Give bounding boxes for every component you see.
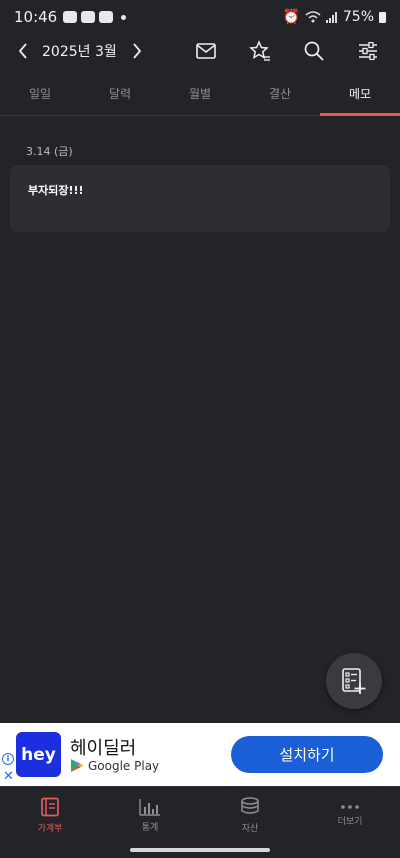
nav-more-label: 더보기 (337, 817, 363, 827)
talk-notification-icon (63, 11, 78, 23)
ad-info-icon[interactable]: i (2, 753, 14, 765)
nav-assets-label: 자산 (241, 824, 259, 834)
bookmark-button[interactable] (240, 34, 280, 68)
tab-monthly[interactable]: 월별 (160, 80, 240, 115)
filter-sliders-icon (359, 42, 377, 60)
nav-stats[interactable]: 통계 (100, 787, 200, 844)
notification-icons (63, 11, 127, 23)
signal-icon (325, 11, 337, 23)
memo-date: 3.14 (금) (26, 145, 73, 158)
ad-store: Google Play (70, 758, 159, 773)
tab-daily[interactable]: 일일 (0, 80, 80, 115)
memo-text: 부자되장!!! (28, 184, 84, 197)
alarm-icon: ⏰ (282, 9, 300, 25)
ad-app-logo: hey (16, 732, 61, 777)
header-bar: 2025년 3월 (0, 34, 400, 68)
ledger-book-icon (41, 797, 59, 817)
mail-button[interactable] (186, 34, 226, 68)
tab-calendar[interactable]: 달력 (80, 80, 160, 115)
bottom-nav: 가계부 통계 자산 더보기 (0, 786, 400, 844)
coins-icon (241, 797, 259, 814)
mail-icon (196, 43, 216, 59)
battery-icon (379, 11, 386, 23)
ad-title: 헤이딜러 (70, 738, 137, 759)
chat-notification-icon (99, 11, 114, 23)
view-tabs: 일일 달력 월별 결산 메모 (0, 80, 400, 116)
search-button[interactable] (294, 34, 334, 68)
status-time: 10:46 (14, 8, 58, 26)
memo-card[interactable]: 부자되장!!! (10, 165, 390, 232)
add-memo-icon (342, 668, 366, 694)
status-right: ⏰ 75% (282, 9, 386, 25)
home-indicator[interactable] (130, 848, 270, 852)
nav-more[interactable]: 더보기 (300, 787, 400, 844)
status-bar: 10:46 ⏰ 75% (0, 0, 400, 34)
nav-ledger-label: 가계부 (37, 824, 63, 834)
star-list-icon (249, 40, 270, 61)
gallery-notification-icon (81, 11, 96, 23)
chevron-left-icon (18, 43, 27, 59)
ad-close-icon[interactable]: ✕ (3, 769, 14, 784)
ad-store-label: Google Play (88, 758, 160, 773)
tab-summary[interactable]: 결산 (240, 80, 320, 115)
tab-memo[interactable]: 메모 (320, 80, 400, 116)
google-play-icon (71, 759, 84, 772)
ad-banner[interactable]: i ✕ hey 헤이딜러 Google Play 설치하기 (0, 723, 400, 786)
nav-stats-label: 통계 (141, 823, 159, 833)
battery-percent: 75% (342, 9, 374, 25)
prev-month-button[interactable] (0, 34, 40, 68)
ad-install-button[interactable]: 설치하기 (231, 736, 383, 773)
chevron-right-icon (133, 43, 141, 59)
more-notifications-icon (121, 14, 127, 20)
nav-ledger[interactable]: 가계부 (0, 787, 100, 844)
wifi-icon (305, 11, 321, 23)
search-icon (304, 41, 324, 61)
more-dots-icon (341, 805, 359, 809)
current-month: 2025년 3월 (42, 44, 117, 60)
nav-assets[interactable]: 자산 (200, 787, 300, 844)
next-month-button[interactable] (119, 34, 155, 68)
add-memo-button[interactable] (326, 653, 382, 709)
filter-button[interactable] (348, 34, 388, 68)
bar-chart-icon (139, 799, 160, 816)
